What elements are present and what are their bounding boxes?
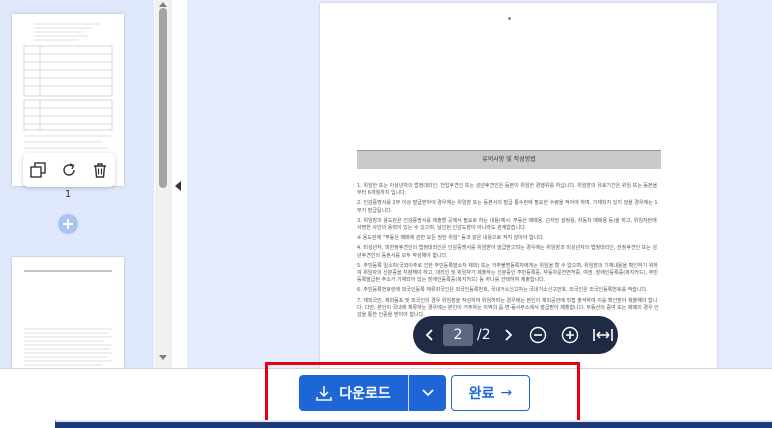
rotate-icon[interactable] <box>58 159 80 181</box>
thumbnail-content <box>24 270 112 366</box>
page-mark <box>508 17 511 20</box>
thumbnails-scrollbar[interactable] <box>155 0 172 368</box>
thumbnail-page-number: 1 <box>64 189 72 200</box>
highlight-box <box>265 362 580 424</box>
page-thumbnail-2[interactable] <box>12 257 124 368</box>
taskbar-bar <box>55 422 772 428</box>
zoom-out-icon[interactable] <box>529 326 547 344</box>
page-number-input[interactable] <box>443 324 473 346</box>
scroll-up-arrow[interactable] <box>159 2 167 7</box>
page-navigation-bar: /2 <box>413 316 618 354</box>
document-page: 유의사항 및 작성방법 1. 위임한 또는 이상년자의 법정대리인, 전입후견인… <box>320 3 717 368</box>
taskbar-strip <box>0 420 772 428</box>
document-text: 1. 위임한 또는 이상년자의 법정대리인, 전입후견인 또는 성년후견인은 등… <box>357 183 661 322</box>
thumbnails-panel: 1 <box>0 0 154 368</box>
section-title: 유의사항 및 작성방법 <box>357 150 661 169</box>
copy-icon[interactable] <box>27 159 49 181</box>
collapse-panel-icon[interactable] <box>175 181 181 191</box>
scrollbar-thumb[interactable] <box>159 8 167 188</box>
paragraph: ※ 용도란에 "부동산 매매에 관한 모든 권한 위임" 등과 같은 내용으로 … <box>357 235 545 242</box>
page-total: /2 <box>477 327 491 343</box>
chevron-right-icon[interactable] <box>501 328 515 342</box>
plus-icon <box>63 219 73 229</box>
paragraph: 6. 주민등록번호란에 외국인등록 체류외국인은 외국인등록번호, 국내거소신고… <box>357 287 648 294</box>
taskbar-tab[interactable] <box>0 420 56 428</box>
add-page-button[interactable] <box>58 214 78 234</box>
trash-icon[interactable] <box>89 159 111 181</box>
chevron-left-icon[interactable] <box>423 328 437 342</box>
fit-width-icon[interactable] <box>592 327 613 343</box>
document-viewer: 유의사항 및 작성방법 1. 위임한 또는 이상년자의 법정대리인, 전입후견인… <box>187 0 772 368</box>
paragraph: 5. 주민등록 일소자(국외이주로 인한 주민등록말소자 제외) 또는 거주불명… <box>357 262 658 284</box>
zoom-in-icon[interactable] <box>561 326 579 344</box>
thumbnail-toolbar <box>23 153 115 187</box>
paragraph: 2. 인감증명서를 2부 이상 발급받아야 경우에는 위임장 또는 등본서의 발… <box>357 200 658 214</box>
paragraph: 4. 미성년자, 피한정후견인의 법정대리인은 인감증명서를 위임받아 발급받으… <box>357 245 658 259</box>
paragraph: 1. 위임한 또는 이상년자의 법정대리인, 전입후견인 또는 성년후견인은 등… <box>357 183 658 197</box>
scroll-down-arrow[interactable] <box>159 355 167 360</box>
paragraph: 3. 위임장의 용도란은 인감증명서를 제출할 곳에서 필요로 하는 내용(예시… <box>357 217 657 232</box>
